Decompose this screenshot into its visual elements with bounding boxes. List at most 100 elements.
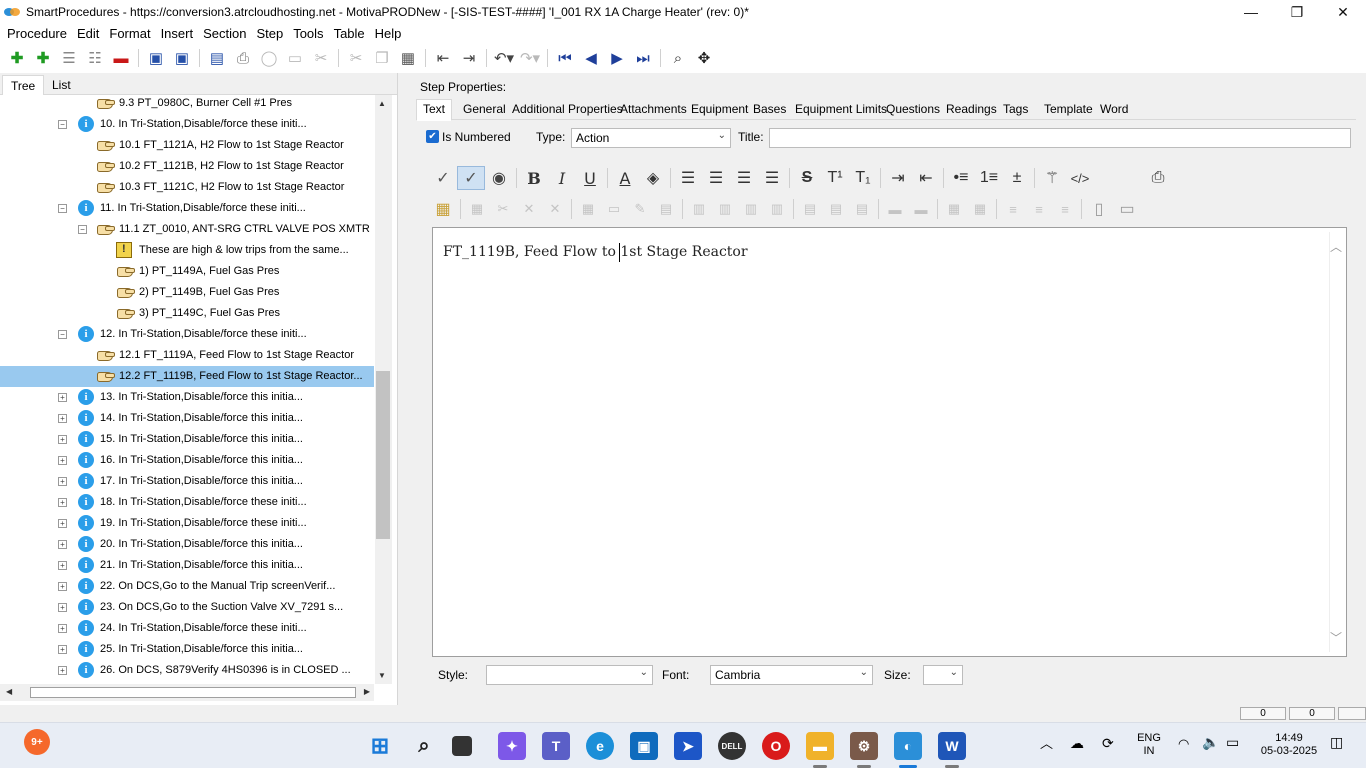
print-icon[interactable]: ⎙ — [1144, 166, 1172, 190]
align-center-icon[interactable]: ☰ — [702, 166, 730, 190]
share-icon[interactable]: ✂ — [308, 46, 334, 70]
close-button[interactable]: ✕ — [1320, 0, 1366, 24]
clock[interactable]: 14:49 05-03-2025 — [1254, 732, 1324, 758]
align-right-icon[interactable]: ☰ — [730, 166, 758, 190]
table-align-right-icon[interactable]: ≡ — [1052, 197, 1078, 221]
paste-icon[interactable]: ▦ — [395, 46, 421, 70]
refresh-icon[interactable]: ◯ — [256, 46, 282, 70]
tree-node[interactable]: + i 18. In Tri-Station,Disable/force these… — [0, 492, 374, 513]
step-text-editor[interactable]: FT_1119B, Feed Flow to 1st Stage Reactor… — [432, 227, 1347, 657]
underline-icon[interactable]: U — [576, 166, 604, 190]
delete-cells-icon[interactable]: ✕ — [516, 197, 542, 221]
wifi-icon[interactable]: ◠ — [1178, 737, 1189, 750]
list-detail-icon[interactable]: ☷ — [82, 46, 108, 70]
cell-style-icon[interactable]: ▤ — [653, 197, 679, 221]
sync-icon[interactable]: ⟳ — [1102, 736, 1114, 750]
notifications-icon[interactable]: ◫ — [1330, 735, 1343, 749]
tree-horizontal-scrollbar[interactable]: ◀ ▶ — [0, 684, 374, 701]
decrease-indent-icon[interactable]: ⇤ — [912, 166, 940, 190]
delete-column-icon[interactable]: ▥ — [738, 197, 764, 221]
tab-questions[interactable]: Questions — [886, 102, 940, 116]
menu-table[interactable]: Table — [329, 26, 370, 41]
tree-node[interactable]: 10.1 FT_1121A, H2 Flow to 1st Stage Reac… — [0, 135, 374, 156]
language-indicator[interactable]: ENG IN — [1134, 732, 1164, 758]
next-step-icon[interactable]: ▶ — [604, 46, 630, 70]
tree-node[interactable]: + i 26. On DCS, S879Verify 4HS0396 is in C… — [0, 660, 374, 681]
scroll-left-icon[interactable]: ◀ — [6, 687, 12, 696]
tree-node[interactable]: − i 12. In Tri-Station,Disable/force these… — [0, 324, 374, 345]
tab-equipment[interactable]: Equipment — [691, 102, 748, 116]
merge-cells-icon[interactable]: ▭ — [601, 197, 627, 221]
tab-template[interactable]: Template — [1044, 102, 1093, 116]
column-properties-icon[interactable]: ▥ — [764, 197, 790, 221]
opera-icon[interactable]: O — [762, 732, 790, 760]
font-color-icon[interactable]: A — [611, 166, 639, 190]
expand-icon[interactable]: + — [58, 393, 67, 402]
table-border-icon[interactable]: ▦ — [941, 197, 967, 221]
first-step-icon[interactable]: ⏮ — [552, 46, 578, 70]
tab-equipment-limits[interactable]: Equipment Limits — [795, 102, 887, 116]
insert-column-right-icon[interactable]: ▥ — [712, 197, 738, 221]
tree-node[interactable]: − i 10. In Tri-Station,Disable/force these… — [0, 114, 374, 135]
font-dropdown[interactable]: Cambria ⌄ — [710, 665, 873, 685]
expand-icon[interactable]: + — [58, 603, 67, 612]
menu-help[interactable]: Help — [370, 26, 407, 41]
collapse-icon[interactable]: − — [78, 225, 87, 234]
collapse-icon[interactable]: − — [58, 120, 67, 129]
menu-section[interactable]: Section — [198, 26, 251, 41]
tree-node[interactable]: − i 11. In Tri-Station,Disable/force these… — [0, 198, 374, 219]
start-icon[interactable]: ⊞ — [366, 732, 394, 760]
table-shading-icon[interactable]: ▦ — [967, 197, 993, 221]
superscript-icon[interactable]: T¹ — [821, 166, 849, 190]
save-icon[interactable]: ▣ — [169, 46, 195, 70]
expand-icon[interactable]: + — [58, 456, 67, 465]
collapse-icon[interactable]: − — [58, 204, 67, 213]
menu-step[interactable]: Step — [251, 26, 288, 41]
remove-step-icon[interactable]: ▬ — [108, 46, 134, 70]
expand-icon[interactable]: + — [58, 498, 67, 507]
outdent-icon[interactable]: ⇤ — [430, 46, 456, 70]
tab-word[interactable]: Word — [1100, 102, 1128, 116]
spellcheck-as-you-type-icon[interactable]: ✓ — [457, 166, 485, 190]
redo-icon[interactable]: ↷▾ — [517, 46, 543, 70]
scroll-thumb[interactable] — [376, 371, 390, 539]
tree-node[interactable]: − 11.1 ZT_0010, ANT-SRG CTRL VALVE POS XM… — [0, 219, 374, 240]
title-input[interactable] — [769, 128, 1351, 148]
spellcheck-icon[interactable]: ✓ — [429, 166, 457, 190]
previous-step-icon[interactable]: ◀ — [578, 46, 604, 70]
magic-wand-icon[interactable]: ⚚ — [1038, 166, 1066, 190]
cut-icon[interactable]: ✂ — [343, 46, 369, 70]
expand-icon[interactable]: + — [58, 519, 67, 528]
expand-icon[interactable]: + — [58, 624, 67, 633]
expand-icon[interactable]: + — [58, 414, 67, 423]
notification-badge[interactable]: 9+ — [24, 729, 50, 755]
tree-node[interactable]: + i 22. On DCS,Go to the Manual Trip scree… — [0, 576, 374, 597]
tab-readings[interactable]: Readings — [946, 102, 997, 116]
tree-node[interactable]: + i 20. In Tri-Station,Disable/force this … — [0, 534, 374, 555]
delete-row-icon[interactable]: ▤ — [849, 197, 875, 221]
tree-vertical-scrollbar[interactable]: ▲ ▼ — [375, 95, 392, 684]
tree-node[interactable]: 10.3 FT_1121C, H2 Flow to 1st Stage Reac… — [0, 177, 374, 198]
delete-table-icon[interactable]: ✕ — [542, 197, 568, 221]
menu-procedure[interactable]: Procedure — [2, 26, 72, 41]
row-style-icon[interactable]: ▬ — [908, 197, 934, 221]
cell-properties-icon[interactable]: ▦ — [575, 197, 601, 221]
minimize-button[interactable]: — — [1228, 0, 1274, 24]
tab-list[interactable]: List — [44, 75, 79, 95]
tree-node[interactable]: 2) PT_1149B, Fuel Gas Pres — [0, 282, 374, 303]
insert-divider-icon[interactable]: ± — [1003, 166, 1031, 190]
html-source-icon[interactable]: </> — [1066, 166, 1094, 190]
scroll-thumb[interactable] — [30, 687, 356, 698]
bold-icon[interactable]: B — [520, 166, 548, 190]
insert-row-below-icon[interactable]: ▤ — [823, 197, 849, 221]
tree-node[interactable]: + i 19. In Tri-Station,Disable/force these… — [0, 513, 374, 534]
app-icon[interactable]: ⚙ — [850, 732, 878, 760]
tab-bases[interactable]: Bases — [753, 102, 786, 116]
undo-icon[interactable]: ↶▾ — [491, 46, 517, 70]
numbered-list-icon[interactable]: 1≡ — [975, 166, 1003, 190]
print-icon[interactable]: ⎙ — [230, 46, 256, 70]
tree-node[interactable]: + i 21. In Tri-Station,Disable/force this … — [0, 555, 374, 576]
table-align-left-icon[interactable]: ≡ — [1000, 197, 1026, 221]
cell-edit-icon[interactable]: ✎ — [627, 197, 653, 221]
copilot-icon[interactable]: ✦ — [498, 732, 526, 760]
